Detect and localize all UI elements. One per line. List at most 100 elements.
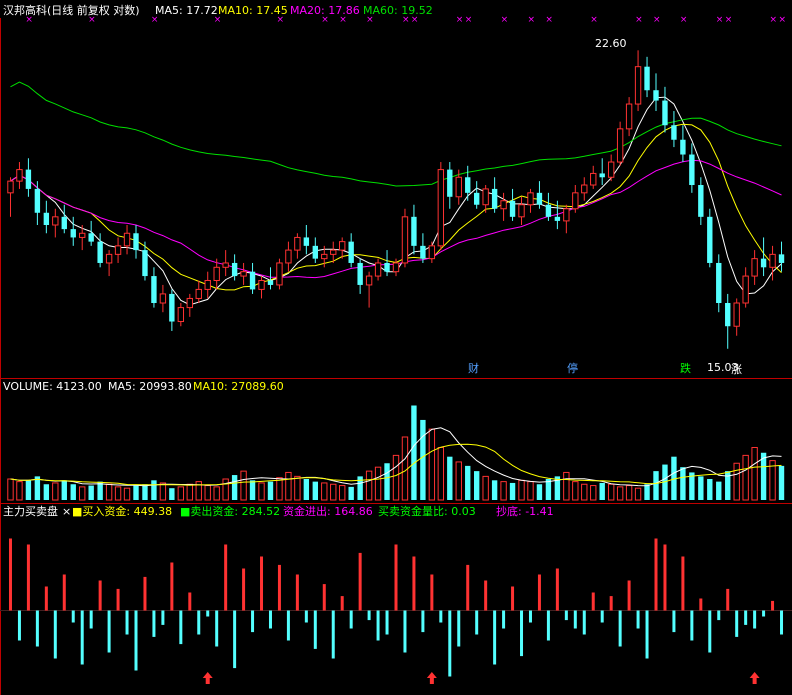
candle-body-down xyxy=(357,262,363,285)
flow-bar-out xyxy=(331,610,335,659)
volume-ma5-label: MA5: 20993.80 xyxy=(108,380,192,393)
candle-body-up xyxy=(518,204,525,218)
flow-bar-out xyxy=(268,610,272,629)
candle-body-down xyxy=(716,262,722,304)
flow-bar-out xyxy=(636,610,640,629)
candle-body-up xyxy=(186,297,193,309)
volume-bar-down xyxy=(778,465,785,500)
signal-x-mark: × xyxy=(276,15,284,25)
flow-bar-out xyxy=(618,610,622,647)
candle-body-down xyxy=(760,258,767,268)
fund-flow-bars xyxy=(8,538,784,677)
flow-bar-in xyxy=(260,556,264,611)
flow-bar-out xyxy=(421,610,425,633)
candle-body-down xyxy=(231,262,238,277)
candle-body-up xyxy=(455,176,462,198)
volume-bar-up xyxy=(374,466,382,501)
flow-bar-out xyxy=(134,610,138,671)
candle-body-up xyxy=(616,128,624,163)
flow-bar-in xyxy=(412,556,416,611)
flow-bar-out xyxy=(80,610,84,665)
signal-x-mark: × xyxy=(725,15,733,25)
flow-bar-in xyxy=(358,552,362,611)
signal-x-mark: × xyxy=(214,15,222,25)
event-zhang[interactable]: 涨 xyxy=(731,363,742,376)
candle-body-down xyxy=(491,188,498,209)
flow-bar-out xyxy=(152,610,156,637)
volume-bar-up xyxy=(401,436,409,501)
chart-canvas: 汉邦高科(日线 前复权 对数) MA5: 17.72 MA10: 17.45 M… xyxy=(0,3,792,695)
candle-body-down xyxy=(411,216,417,246)
flow-bar-in xyxy=(340,596,344,611)
flow-bar-in xyxy=(295,574,299,611)
chart-title: 汉邦高科(日线 前复权 对数) xyxy=(3,3,140,17)
volume-bar-down xyxy=(465,465,471,500)
candle-body-down xyxy=(509,200,516,217)
signal-x-mark: × xyxy=(465,15,473,25)
volume-bar-down xyxy=(142,484,148,500)
candle-body-up xyxy=(105,253,113,264)
funds-ratio-label: 买卖资金量比: 0.03 xyxy=(378,504,476,518)
candle-body-down xyxy=(536,192,543,205)
volume-bar-up xyxy=(159,482,167,501)
flow-bar-out xyxy=(546,610,550,641)
flow-bar-out xyxy=(744,610,748,625)
volume-bar-down xyxy=(509,482,516,500)
flow-bar-out xyxy=(161,610,165,625)
signal-x-mark: × xyxy=(527,15,535,25)
buy-arrow-icon xyxy=(202,672,213,684)
candle-body-up xyxy=(79,232,86,238)
volume-bar-up xyxy=(428,428,436,501)
candle-body-down xyxy=(348,241,354,263)
flow-bar-out xyxy=(286,610,290,641)
flow-bar-out xyxy=(215,610,219,647)
volume-bar-down xyxy=(25,480,32,500)
flow-bar-out xyxy=(107,610,111,653)
flow-bar-in xyxy=(8,538,12,611)
candle-body-up xyxy=(742,275,749,304)
volume-bar-up xyxy=(581,483,588,501)
candle-body-down xyxy=(725,303,731,327)
volume-bar-up xyxy=(339,485,346,501)
candle-body-up xyxy=(240,271,247,277)
flow-bar-out xyxy=(304,610,308,623)
candle-body-up xyxy=(177,307,185,323)
candle-body-down xyxy=(133,233,139,251)
flow-bar-out xyxy=(179,610,183,645)
signal-x-mark: × xyxy=(456,15,464,25)
candle-body-up xyxy=(195,288,202,299)
candle-body-up xyxy=(330,249,337,255)
volume-bar-up xyxy=(52,482,59,501)
flow-bar-in xyxy=(98,580,102,611)
volume-bar-down xyxy=(169,488,175,500)
event-ting[interactable]: 停 xyxy=(567,361,578,375)
candle-body-up xyxy=(428,245,436,260)
signal-x-mark: × xyxy=(545,15,553,25)
volume-legend: VOLUME: 4123.00 MA5: 20993.80 MA10: 2708… xyxy=(3,380,284,393)
volume-bar-up xyxy=(527,481,534,501)
volume-bar-down xyxy=(133,485,139,500)
flow-bar-in xyxy=(26,544,30,611)
volume-bar-down xyxy=(151,480,157,500)
volume-bar-up xyxy=(563,471,570,501)
event-die[interactable]: 跌 xyxy=(680,361,691,375)
volume-bar-down xyxy=(698,476,704,500)
candle-body-up xyxy=(7,180,14,194)
volume-bar-down xyxy=(644,484,650,500)
volume-bar-down xyxy=(680,467,686,500)
signal-x-mark: × xyxy=(366,15,374,25)
flow-close-button[interactable]: × xyxy=(62,505,71,518)
volume-bar-up xyxy=(500,481,507,501)
flow-bar-in xyxy=(170,562,174,611)
candle-body-up xyxy=(625,103,633,130)
candle-body-down xyxy=(303,237,310,246)
flow-bar-out xyxy=(645,610,649,659)
candle-body-up xyxy=(365,275,373,286)
flow-bar-out xyxy=(71,610,75,623)
candle-body-up xyxy=(590,172,597,186)
volume-bar-down xyxy=(653,471,659,500)
event-cai[interactable]: 财 xyxy=(468,361,479,375)
volume-bar-up xyxy=(16,481,23,501)
flow-title: 主力买卖盘 xyxy=(3,504,58,518)
candle-body-down xyxy=(707,216,713,263)
